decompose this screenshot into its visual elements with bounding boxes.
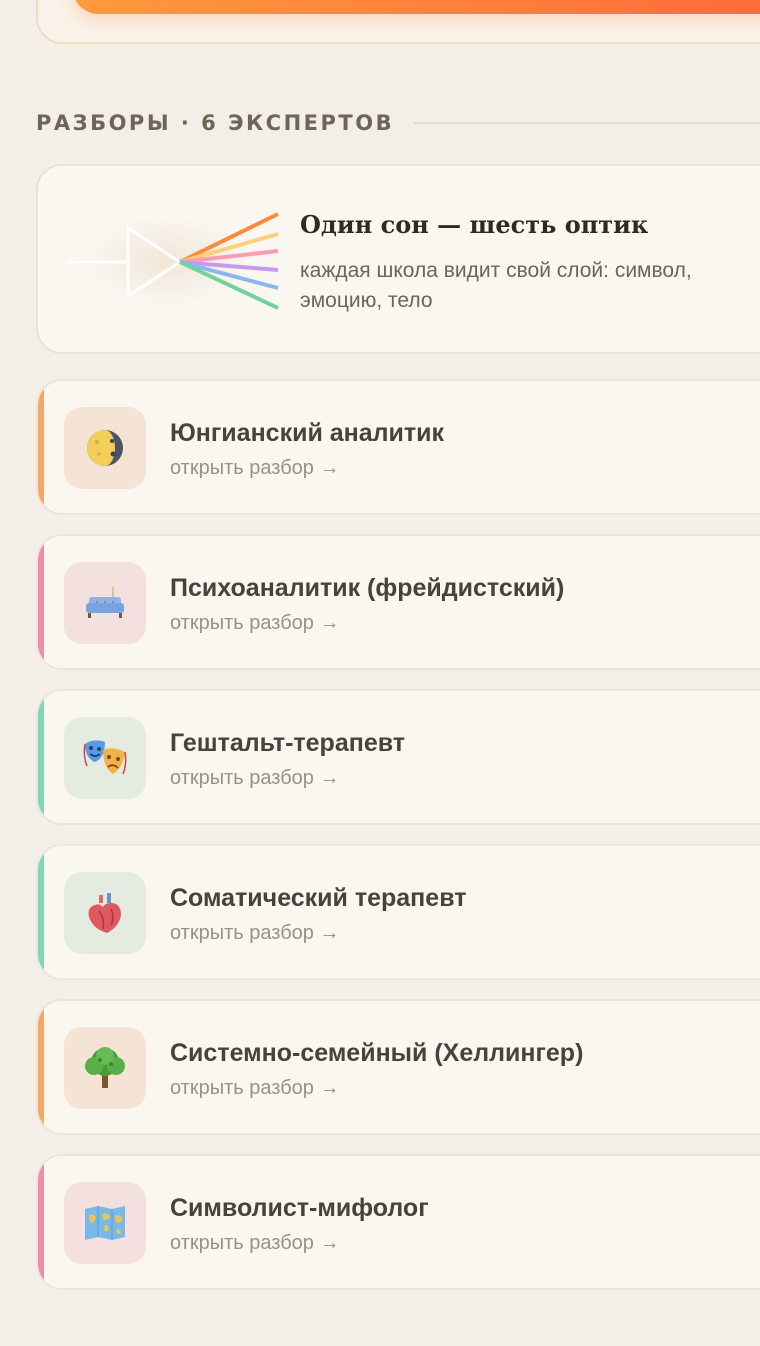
card-accent-bar — [38, 536, 44, 668]
card-accent-bar — [38, 846, 44, 978]
expert-name: Юнгианский аналитик — [170, 419, 445, 447]
card-accent-bar — [38, 691, 44, 823]
expert-card-somatic[interactable]: Соматический терапевт открыть разбор → — [36, 844, 760, 980]
world-map-icon — [64, 1182, 146, 1264]
moon-icon — [64, 407, 146, 489]
expert-name: Соматический терапевт — [170, 884, 467, 912]
section-divider — [414, 122, 760, 124]
page: РАЗБОРЫ · 6 ЭКСПЕРТОВ Один сон — шесть о… — [0, 0, 760, 1346]
open-analysis-link[interactable]: открыть разбор → — [170, 612, 339, 635]
open-analysis-link[interactable]: открыть разбор → — [170, 922, 339, 945]
section-title: РАЗБОРЫ · 6 ЭКСПЕРТОВ — [36, 111, 395, 135]
intro-title: Один сон — шесть оптик — [300, 210, 649, 239]
prism-icon — [68, 212, 279, 310]
expert-card-psychoanalyst[interactable]: Психоаналитик (фрейдистский) открыть раз… — [36, 534, 760, 670]
card-accent-bar — [38, 1156, 44, 1288]
open-analysis-link[interactable]: открыть разбор → — [170, 767, 339, 790]
expert-name: Психоаналитик (фрейдистский) — [170, 574, 565, 602]
expert-name: Системно-семейный (Хеллингер) — [170, 1039, 584, 1067]
theater-masks-icon — [64, 717, 146, 799]
couch-icon — [64, 562, 146, 644]
expert-card-symbolist[interactable]: Символист-мифолог открыть разбор → — [36, 1154, 760, 1290]
anatomical-heart-icon — [64, 872, 146, 954]
expert-card-jungian[interactable]: Юнгианский аналитик открыть разбор → — [36, 379, 760, 515]
intro-subtitle: каждая школа видит свой слой: символ, эм… — [300, 259, 692, 312]
expert-card-gestalt[interactable]: Гештальт-терапевт открыть разбор → — [36, 689, 760, 825]
open-analysis-link[interactable]: открыть разбор → — [170, 457, 339, 480]
card-accent-bar — [38, 381, 44, 513]
open-analysis-link[interactable]: открыть разбор → — [170, 1232, 339, 1255]
tree-icon — [64, 1027, 146, 1109]
intro-card: Один сон — шесть оптик каждая школа види… — [36, 164, 760, 354]
expert-name: Гештальт-терапевт — [170, 729, 406, 757]
open-analysis-link[interactable]: открыть разбор → — [170, 1077, 339, 1100]
card-accent-bar — [38, 1001, 44, 1133]
primary-action-button[interactable] — [72, 0, 760, 14]
expert-name: Символист-мифолог — [170, 1194, 429, 1222]
expert-card-systemic[interactable]: Системно-семейный (Хеллингер) открыть ра… — [36, 999, 760, 1135]
section-header: РАЗБОРЫ · 6 ЭКСПЕРТОВ — [36, 108, 760, 138]
